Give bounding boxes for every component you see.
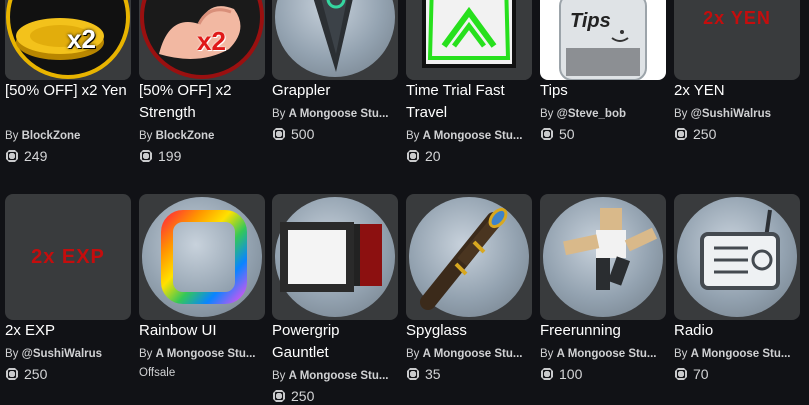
item-creator[interactable]: By A Mongoose Stu... [674,347,802,361]
item-thumbnail[interactable]: 2x YEN [674,0,800,80]
item-creator[interactable]: By A Mongoose Stu... [272,369,400,383]
item-title[interactable]: Powergrip Gauntlet [272,320,400,364]
item-price: 50 [540,125,575,143]
item-thumbnail[interactable] [139,194,265,320]
item-price: 250 [674,125,716,143]
runner-icon [563,208,658,290]
item-thumbnail[interactable]: x2 [5,0,131,80]
thumb-label: x2 [197,26,226,56]
item-thumbnail[interactable]: x2 [139,0,265,80]
price-value: 500 [291,126,315,142]
item-title[interactable]: 2x EXP [5,320,133,342]
item-creator[interactable]: By A Mongoose Stu... [406,129,534,143]
item-creator[interactable]: By A Mongoose Stu... [406,347,534,361]
radio-icon [700,209,780,290]
item-title[interactable]: [50% OFF] x2 Strength [139,80,267,124]
price-value: 250 [24,366,48,382]
item-price: 70 [674,365,709,383]
grappler-icon [313,0,353,72]
item-price: 249 [5,147,47,165]
price-value: 70 [693,366,709,382]
item-creator[interactable]: By A Mongoose Stu... [272,107,400,121]
robux-icon [5,367,19,381]
robux-icon [674,367,688,381]
chevron-up-icon [406,0,532,80]
thumb-label: 2x YEN [703,8,771,28]
item-price: 20 [406,147,441,165]
item-creator[interactable]: By A Mongoose Stu... [540,347,668,361]
item-title[interactable]: Radio [674,320,802,342]
item-price: 35 [406,365,441,383]
robux-icon [5,149,19,163]
gauntlet-icon [280,222,382,292]
price-value: 249 [24,148,48,164]
item-grid: x2 [50% OFF] x2 Yen By BlockZone 249 x2 … [0,0,809,405]
item-title[interactable]: 2x YEN [674,80,802,102]
item-thumbnail[interactable]: Tips [540,0,666,80]
item-thumbnail[interactable] [406,0,532,80]
robux-icon [674,127,688,141]
item-price: 250 [272,387,314,405]
robux-icon [272,389,286,403]
item-price: 250 [5,365,47,383]
item-creator[interactable]: By @SushiWalrus [674,107,802,121]
item-thumbnail[interactable] [272,0,398,80]
item-title[interactable]: Time Trial Fast Travel [406,80,534,124]
item-title[interactable]: [50% OFF] x2 Yen [5,80,133,102]
item-title[interactable]: Rainbow UI [139,320,267,342]
item-price: 199 [139,147,181,165]
robux-icon [406,149,420,163]
item-creator[interactable]: By @Steve_bob [540,107,668,121]
item-creator[interactable]: By A Mongoose Stu... [139,347,267,361]
offsale-label: Offsale [139,367,176,379]
price-value: 250 [693,126,717,142]
price-value: 20 [425,148,441,164]
robux-icon [406,367,420,381]
item-title[interactable]: Spyglass [406,320,534,342]
item-thumbnail[interactable] [406,194,532,320]
item-title[interactable]: Freerunning [540,320,668,342]
robux-icon [139,149,153,163]
item-thumbnail[interactable] [272,194,398,320]
price-value: 35 [425,366,441,382]
item-creator[interactable]: By BlockZone [139,129,267,143]
item-price: 100 [540,365,582,383]
item-price: 500 [272,125,314,143]
item-thumbnail[interactable] [674,194,800,320]
robux-icon [540,127,554,141]
item-title[interactable]: Grappler [272,80,400,102]
item-thumbnail[interactable]: 2x EXP [5,194,131,320]
thumb-label: Tips [570,10,611,32]
price-value: 50 [559,126,575,142]
item-creator[interactable]: By BlockZone [5,129,133,143]
item-thumbnail[interactable] [540,194,666,320]
item-title[interactable]: Tips [540,80,668,102]
price-value: 250 [291,388,315,404]
robux-icon [272,127,286,141]
robux-icon [540,367,554,381]
price-value: 100 [559,366,583,382]
rainbow-frame-icon [161,210,247,304]
thumb-label: 2x EXP [31,246,105,268]
price-value: 199 [158,148,182,164]
thumb-label: x2 [67,24,96,54]
spyglass-icon [420,207,508,310]
item-creator[interactable]: By @SushiWalrus [5,347,133,361]
